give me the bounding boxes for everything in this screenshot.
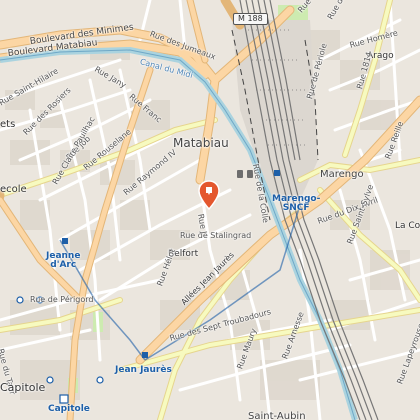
location-pin-icon (198, 180, 220, 210)
label-marengo: Marengo (320, 169, 364, 180)
label-ets: ets (0, 119, 16, 130)
label-rue-stalingrad: Rue de Stalingrad (180, 231, 252, 240)
metro-label-jeanne-darc[interactable]: Jeanne d'Arc (46, 252, 80, 270)
metro-label-jean-jaures[interactable]: Jean Jaurès (115, 366, 172, 375)
label-ecole: ecole (0, 184, 27, 195)
label-rue-perigord: Rue de Périgord (30, 295, 94, 304)
metro-label-marengo-sncf[interactable]: Marengo- SNCF (272, 195, 320, 213)
label-saint-aubin: Saint-Aubin (248, 411, 306, 420)
label-la-colo: La Colo (395, 221, 420, 231)
road-shield-m188: M 188 (233, 13, 268, 25)
map-canvas[interactable]: Boulevard des Minimes Boulevard Matabiau… (0, 0, 420, 420)
label-capitole-area: Capitole (0, 381, 46, 394)
metro-label-capitole[interactable]: Capitole (48, 405, 90, 414)
map-pin-marker[interactable] (198, 180, 220, 210)
label-matabiau: Matabiau (173, 136, 229, 150)
